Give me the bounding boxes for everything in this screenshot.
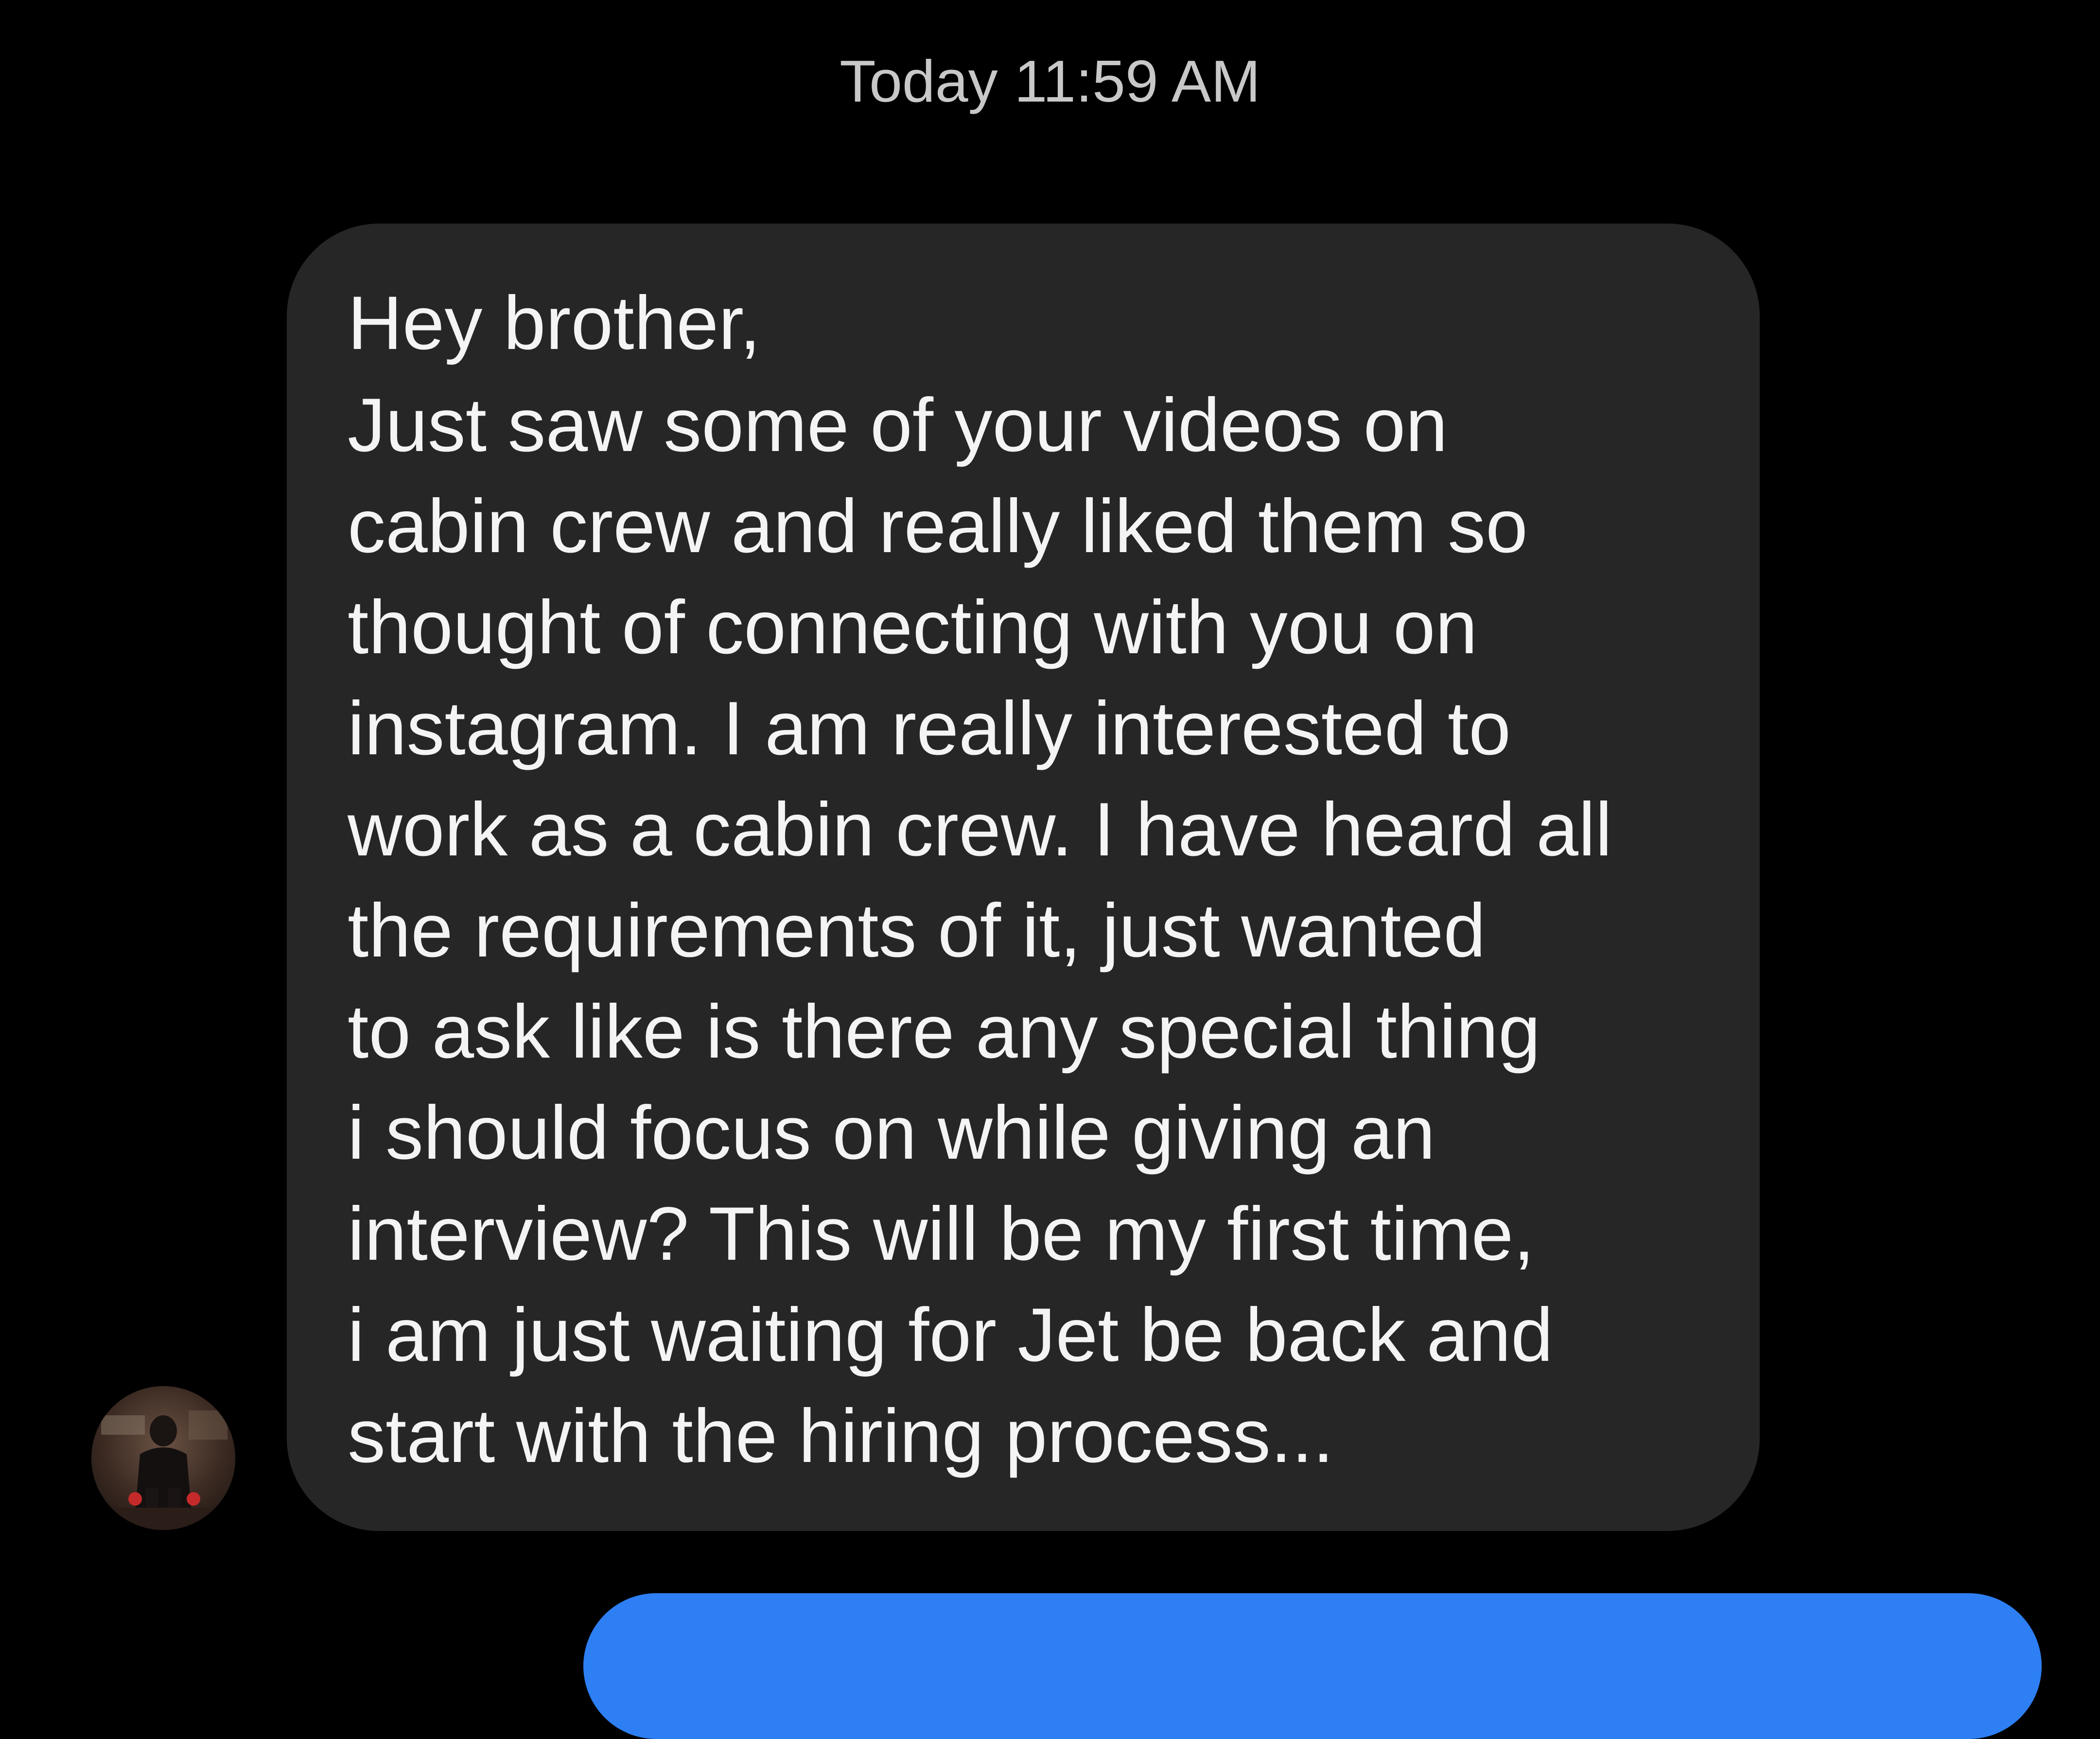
sender-avatar[interactable] xyxy=(91,1386,235,1530)
message-line: thought of connecting with you on xyxy=(348,585,1478,670)
message-line: the requirements of it, just wanted xyxy=(348,888,1486,973)
message-line: cabin crew and really liked them so xyxy=(348,484,1528,569)
message-line: Just saw some of your videos on xyxy=(348,383,1448,468)
outgoing-message-bubble[interactable] xyxy=(583,1593,2042,1739)
profile-photo-icon xyxy=(91,1386,235,1530)
message-line: start with the hiring process... xyxy=(348,1394,1334,1478)
message-timestamp: Today 11:59 AM xyxy=(840,48,1260,114)
message-line: i should focus on while giving an xyxy=(348,1091,1435,1175)
message-line: to ask like is there any special thing xyxy=(348,990,1540,1074)
message-line: Hey brother, xyxy=(348,281,761,365)
message-line: instagram. I am really interested to xyxy=(348,686,1511,771)
incoming-message-bubble[interactable]: Hey brother, Just saw some of your video… xyxy=(287,224,1760,1531)
message-line: work as a cabin crew. I have heard all xyxy=(348,787,1612,872)
message-line: interview? This will be my first time, xyxy=(348,1192,1535,1276)
message-line: i am just waiting for Jet be back and xyxy=(348,1293,1553,1377)
